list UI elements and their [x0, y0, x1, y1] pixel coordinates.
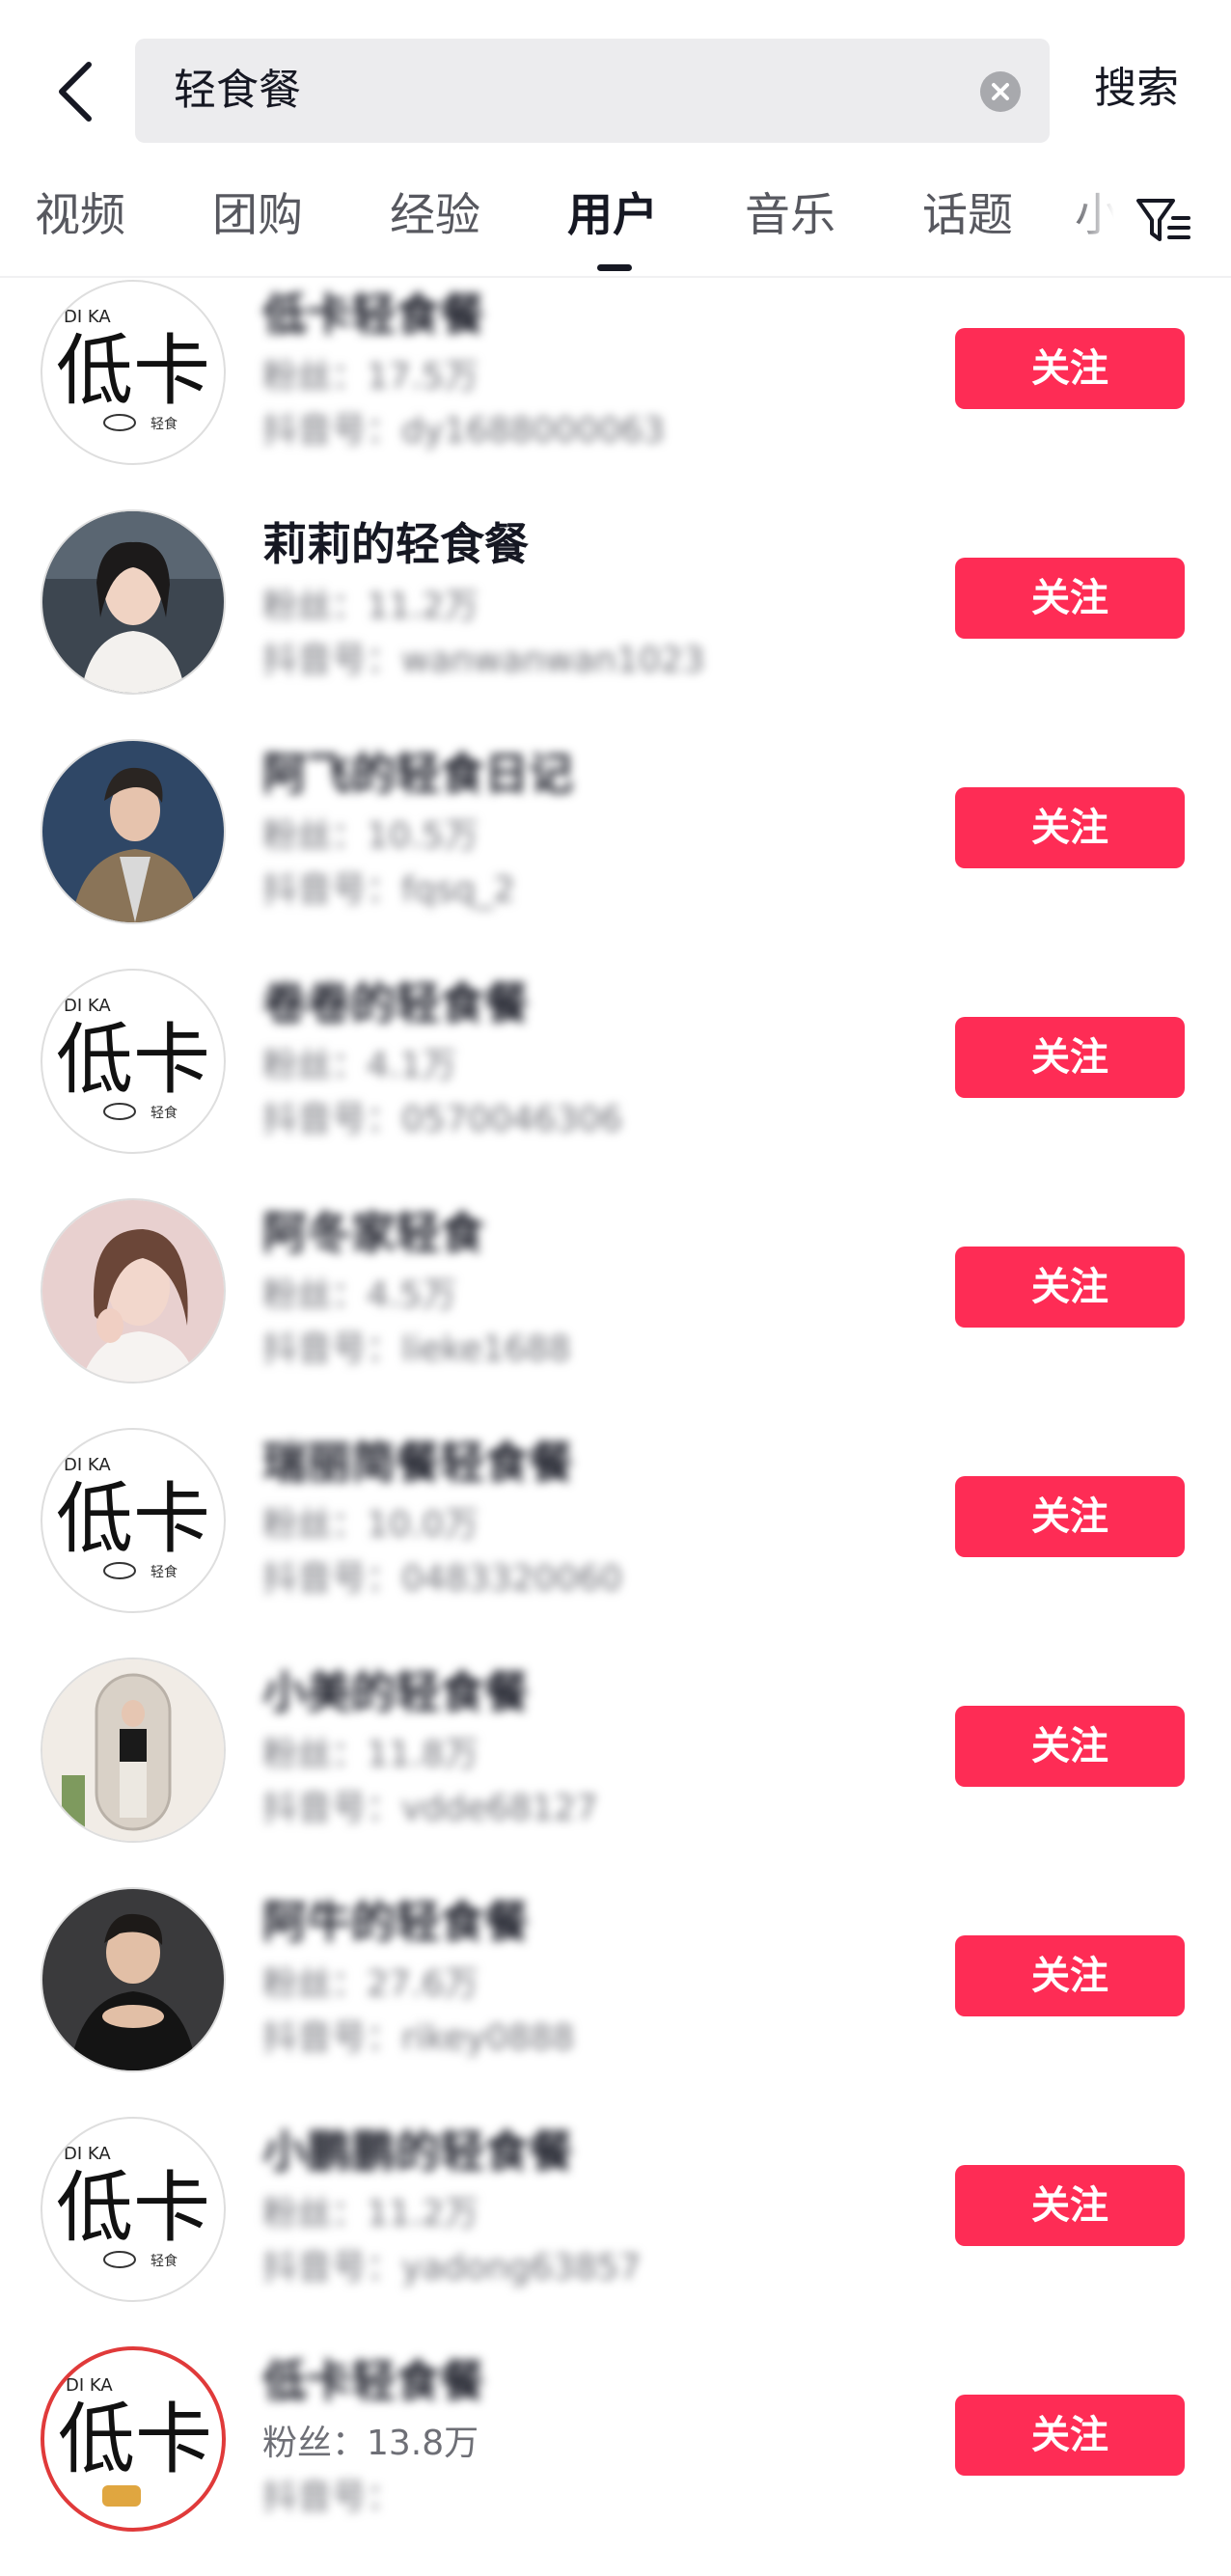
user-followers: 粉丝：11.8万: [262, 1735, 479, 1774]
dika-logo-red-icon[interactable]: DI KA 低卡: [41, 2346, 226, 2532]
active-tab-indicator: [597, 264, 632, 271]
user-result-item[interactable]: 阿飞的轻食日记 粉丝：10.5万 抖音号：fqsq_2 关注: [0, 739, 1231, 969]
user-result-item[interactable]: 阿冬家轻食 粉丝：4.5万 抖音号：lieke1688 关注: [0, 1198, 1231, 1428]
search-query-text: 轻食餐: [174, 66, 301, 115]
filter-icon: [1136, 199, 1190, 241]
tab-scroll-fade: [1071, 174, 1125, 270]
close-icon: [992, 83, 1009, 100]
user-id: 抖音号：fqsq_2: [262, 870, 516, 910]
user-id: 抖音号：dy1688000063: [262, 411, 666, 451]
user-name: 卷卷的轻食餐: [262, 977, 529, 1029]
user-followers: 粉丝：27.6万: [262, 1964, 479, 2004]
tab-music[interactable]: 音乐: [745, 187, 835, 245]
search-submit-button[interactable]: 搜索: [1094, 60, 1179, 118]
man-portrait-icon[interactable]: [41, 1887, 226, 2072]
user-id: 抖音号：lieke1688: [262, 1329, 571, 1369]
user-id: 抖音号：wanwanwan1023: [262, 641, 705, 680]
user-result-item[interactable]: DI KA 低卡 轻食 瑞丽简餐轻食餐 粉丝：10.0万 抖音号：0483320…: [0, 1428, 1231, 1658]
user-followers: 粉丝：4.1万: [262, 1046, 457, 1085]
user-name: 瑞丽简餐轻食餐: [262, 1437, 573, 1489]
svg-text:轻食: 轻食: [150, 416, 178, 432]
svg-text:DI KA: DI KA: [64, 307, 111, 327]
user-id: 抖音号：vdde68127: [262, 1789, 598, 1828]
follow-button[interactable]: 关注: [955, 2395, 1185, 2476]
follow-button[interactable]: 关注: [955, 1706, 1185, 1787]
result-tabs: 视频 团购 经验 用户 音乐 话题 小: [0, 174, 1231, 278]
search-input[interactable]: 轻食餐: [135, 39, 1050, 143]
user-name: 阿牛的轻食餐: [262, 1896, 529, 1948]
user-result-item[interactable]: DI KA 低卡 轻食 小鹏鹏的轻食餐 粉丝：11.2万 抖音号：yadong6…: [0, 2117, 1231, 2346]
tab-users[interactable]: 用户: [567, 187, 658, 245]
chevron-left-icon: [59, 62, 92, 122]
svg-text:DI KA: DI KA: [64, 2144, 111, 2164]
user-id: 抖音号：yadong63857: [262, 2248, 642, 2288]
user-id: 抖音号：0483320060: [262, 1559, 623, 1599]
follow-button[interactable]: 关注: [955, 1476, 1185, 1557]
svg-text:轻食: 轻食: [150, 1105, 178, 1121]
search-header: 轻食餐 搜索: [0, 0, 1231, 154]
user-result-item[interactable]: DI KA 低卡 轻食 卷卷的轻食餐 粉丝：4.1万 抖音号：057004630…: [0, 969, 1231, 1198]
user-followers: 粉丝：17.5万: [262, 357, 479, 397]
svg-text:轻食: 轻食: [150, 2253, 178, 2269]
follow-button[interactable]: 关注: [955, 328, 1185, 409]
user-name: 莉莉的轻食餐: [262, 518, 529, 570]
follow-button[interactable]: 关注: [955, 1935, 1185, 2016]
svg-text:DI KA: DI KA: [64, 996, 111, 1016]
user-followers: 粉丝：10.0万: [262, 1505, 479, 1545]
dika-logo-icon[interactable]: DI KA 低卡 轻食: [41, 280, 226, 465]
svg-text:低卡: 低卡: [56, 1474, 210, 1564]
tab-group-buy[interactable]: 团购: [212, 187, 303, 245]
user-name: 低卡轻食餐: [262, 288, 484, 341]
svg-text:DI KA: DI KA: [66, 2375, 113, 2396]
woman-mirror-portrait-icon[interactable]: [41, 1658, 226, 1843]
dika-logo-icon[interactable]: DI KA 低卡 轻食: [41, 969, 226, 1154]
user-id: 抖音号：rikey0888: [262, 2018, 575, 2058]
follow-button[interactable]: 关注: [955, 558, 1185, 639]
user-result-item[interactable]: DI KA 低卡 低卡轻食餐 粉丝：13.8万 抖音号： 关注: [0, 2346, 1231, 2576]
follow-button[interactable]: 关注: [955, 1017, 1185, 1098]
user-followers: 粉丝：11.2万: [262, 587, 479, 626]
user-followers: 粉丝：11.2万: [262, 2194, 479, 2233]
user-result-item[interactable]: 小美的轻食餐 粉丝：11.8万 抖音号：vdde68127 关注: [0, 1658, 1231, 1887]
tab-topics[interactable]: 话题: [922, 187, 1013, 245]
svg-text:低卡: 低卡: [56, 2163, 210, 2253]
user-name: 阿冬家轻食: [262, 1207, 484, 1259]
woman-portrait-icon[interactable]: [41, 1198, 226, 1384]
tab-experience[interactable]: 经验: [390, 187, 480, 245]
user-result-item[interactable]: DI KA 低卡 轻食 低卡轻食餐 粉丝：17.5万 抖音号：dy1688000…: [0, 280, 1231, 509]
back-button[interactable]: [48, 53, 106, 130]
woman-portrait-icon[interactable]: [41, 509, 226, 695]
user-name: 小鹏鹏的轻食餐: [262, 2125, 573, 2178]
filter-button[interactable]: [1135, 191, 1192, 249]
dika-logo-icon[interactable]: DI KA 低卡 轻食: [41, 2117, 226, 2302]
user-followers: 粉丝：13.8万: [262, 2424, 479, 2463]
user-name: 阿飞的轻食日记: [262, 748, 573, 800]
user-id: 抖音号：0570046306: [262, 1100, 623, 1139]
tab-video[interactable]: 视频: [35, 187, 125, 245]
user-followers: 粉丝：4.5万: [262, 1275, 457, 1315]
follow-button[interactable]: 关注: [955, 2165, 1185, 2246]
svg-text:低卡: 低卡: [56, 1015, 210, 1105]
user-result-item[interactable]: 阿牛的轻食餐 粉丝：27.6万 抖音号：rikey0888 关注: [0, 1887, 1231, 2117]
svg-text:轻食: 轻食: [150, 1564, 178, 1580]
dika-logo-icon[interactable]: DI KA 低卡 轻食: [41, 1428, 226, 1613]
svg-text:DI KA: DI KA: [64, 1455, 111, 1475]
user-followers: 粉丝：10.5万: [262, 816, 479, 856]
user-name: 低卡轻食餐: [262, 2355, 484, 2407]
follow-button[interactable]: 关注: [955, 787, 1185, 868]
user-result-item[interactable]: 莉莉的轻食餐 粉丝：11.2万 抖音号：wanwanwan1023 关注: [0, 509, 1231, 739]
svg-text:低卡: 低卡: [58, 2395, 212, 2484]
svg-text:低卡: 低卡: [56, 326, 210, 416]
user-name: 小美的轻食餐: [262, 1666, 529, 1718]
clear-search-button[interactable]: [980, 71, 1021, 112]
man-portrait-icon[interactable]: [41, 739, 226, 924]
follow-button[interactable]: 关注: [955, 1247, 1185, 1328]
